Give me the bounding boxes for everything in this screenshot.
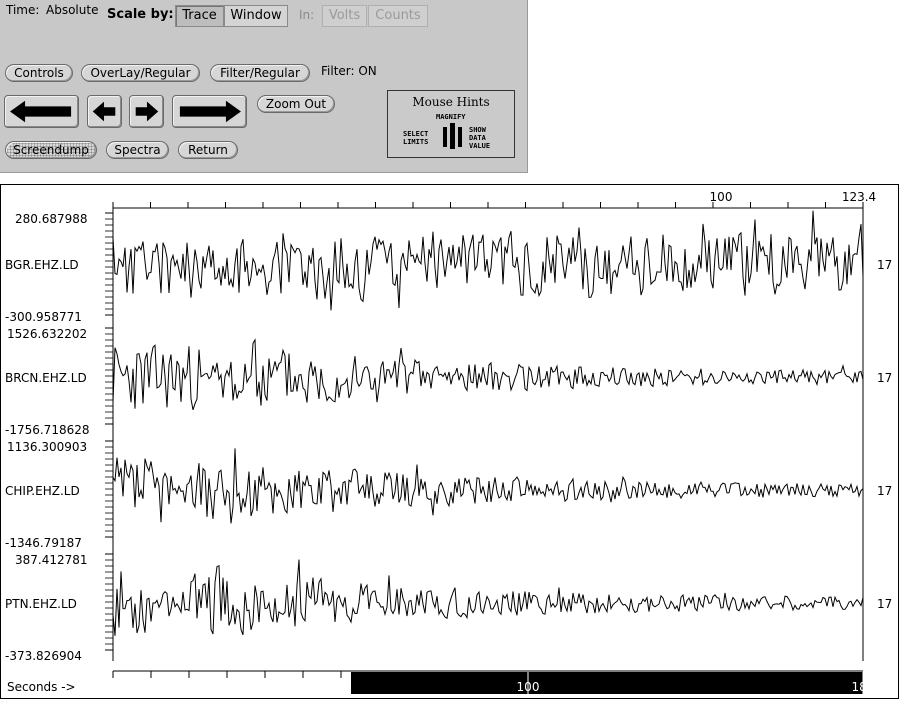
arrow-left-long-icon[interactable] — [4, 95, 79, 128]
return-button[interactable]: Return — [178, 141, 238, 159]
trace-waveform-4[interactable] — [112, 559, 864, 636]
top-axis-label-end: 123.4 — [842, 190, 876, 204]
arrow-right-long-icon[interactable] — [172, 95, 247, 128]
scale-window-option[interactable]: Window — [224, 5, 288, 27]
seconds-axis-label: Seconds -> — [7, 680, 76, 694]
hint-middle-label: MAGNIFY — [436, 113, 466, 121]
trace-1-name[interactable]: BGR.EHZ.LD — [5, 258, 79, 272]
time-label: Time: — [6, 3, 40, 17]
scale-by-label: Scale by: — [107, 7, 174, 22]
units-volts-option: Volts — [322, 5, 367, 27]
spectra-button[interactable]: Spectra — [106, 141, 169, 159]
mouse-hints-title: Mouse Hints — [412, 95, 490, 109]
trace-2-name[interactable]: BRCN.EHZ.LD — [5, 371, 87, 385]
bottom-axis-tick-end: 181 — [852, 680, 875, 694]
trace-1-max: 280.687988 — [15, 212, 88, 226]
filter-regular-button[interactable]: Filter/Regular — [210, 64, 310, 82]
trace-4-right-label: 17 — [877, 597, 892, 611]
time-mode-value[interactable]: Absolute — [46, 3, 98, 17]
arrow-right-short-icon[interactable] — [129, 95, 164, 128]
trace-2-min: -1756.718628 — [5, 423, 90, 437]
mouse-hints-box: Mouse Hints MAGNIFY SELECT LIMITS SHOW D… — [387, 90, 515, 158]
trace-waveform-2[interactable] — [112, 338, 864, 411]
trace-4-max: 387.412781 — [15, 553, 88, 567]
trace-waveform-3[interactable] — [112, 448, 864, 524]
hint-left-label-2: LIMITS — [403, 138, 429, 146]
trace-3-name[interactable]: CHIP.EHZ.LD — [5, 484, 80, 498]
filter-status: Filter: ON — [321, 64, 377, 78]
trace-4-min: -373.826904 — [5, 649, 82, 663]
trace-3-max: 1136.300903 — [7, 440, 87, 454]
hint-right-label-1: SHOW — [469, 126, 486, 134]
trace-1-min: -300.958771 — [5, 310, 82, 324]
bottom-time-axis — [113, 670, 864, 694]
arrow-left-short-icon[interactable] — [87, 95, 122, 128]
controls-button[interactable]: Controls — [5, 64, 73, 82]
hint-right-label-3: VALUE — [469, 142, 491, 150]
scale-trace-option[interactable]: Trace — [175, 5, 224, 27]
trace-3-right-label: 17 — [877, 484, 892, 498]
seismogram-canvas[interactable]: 100 123.4 280.687988 BGR.EHZ.LD -300.958… — [1, 185, 898, 698]
hint-left-label-1: SELECT — [403, 130, 429, 138]
trace-1-right-label: 17 — [877, 258, 892, 272]
seismogram-plot[interactable]: 100 123.4 280.687988 BGR.EHZ.LD -300.958… — [0, 184, 899, 699]
zoom-out-button[interactable]: Zoom Out — [257, 95, 335, 113]
trace-2-max: 1526.632202 — [7, 327, 87, 341]
bottom-axis-tick-100: 100 — [517, 680, 540, 694]
trace-group — [112, 210, 864, 636]
hint-right-label-2: DATA — [469, 134, 486, 142]
top-axis-label-100: 100 — [710, 190, 733, 204]
units-counts-option: Counts — [368, 5, 428, 27]
screendump-button[interactable]: Screendump — [5, 141, 97, 159]
mouse-buttons-icon — [443, 123, 463, 149]
trace-2-right-label: 17 — [877, 371, 892, 385]
trace-waveform-1[interactable] — [112, 210, 864, 311]
control-panel: Time: Absolute Scale by: Trace Window In… — [0, 0, 528, 173]
trace-3-min: -1346.79187 — [5, 536, 82, 550]
units-in-label: In: — [299, 8, 315, 22]
overlay-regular-button[interactable]: OverLay/Regular — [81, 64, 200, 82]
trace-4-name[interactable]: PTN.EHZ.LD — [5, 597, 77, 611]
